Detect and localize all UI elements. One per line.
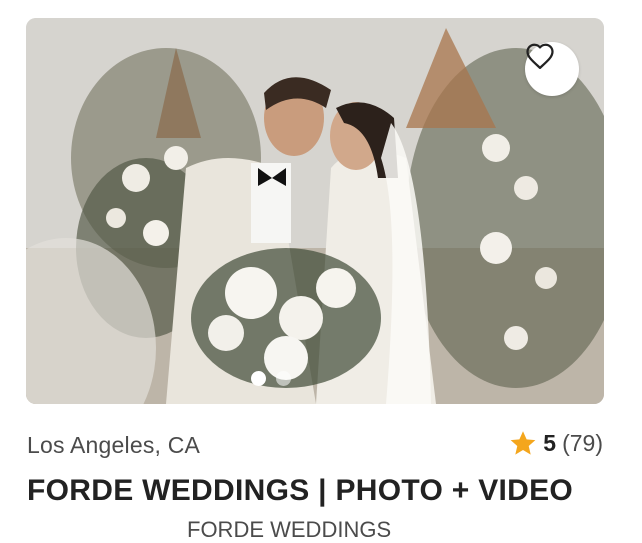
vendor-description-partial: FORDE WEDDINGS	[27, 517, 391, 543]
vendor-location: Los Angeles, CA	[27, 432, 201, 458]
carousel-indicators	[251, 371, 291, 386]
carousel-dot-1[interactable]	[251, 371, 266, 386]
favorite-button[interactable]	[525, 42, 579, 96]
rating-score: 5	[543, 430, 557, 456]
vendor-photo[interactable]	[26, 18, 604, 404]
subtitle-text: FORDE WEDDINGS	[187, 517, 392, 542]
wedding-couple-image	[26, 18, 604, 404]
vendor-rating: 5 (79)	[509, 430, 603, 457]
vendor-card[interactable]: Los Angeles, CA 5 (79) FORDE WEDDINGS | …	[0, 0, 642, 542]
review-count: (79)	[562, 430, 603, 456]
carousel-dot-2[interactable]	[276, 371, 291, 386]
heart-outline-icon	[526, 43, 554, 69]
vendor-name[interactable]: FORDE WEDDINGS | PHOTO + VIDEO	[27, 474, 573, 508]
star-icon	[510, 431, 536, 455]
